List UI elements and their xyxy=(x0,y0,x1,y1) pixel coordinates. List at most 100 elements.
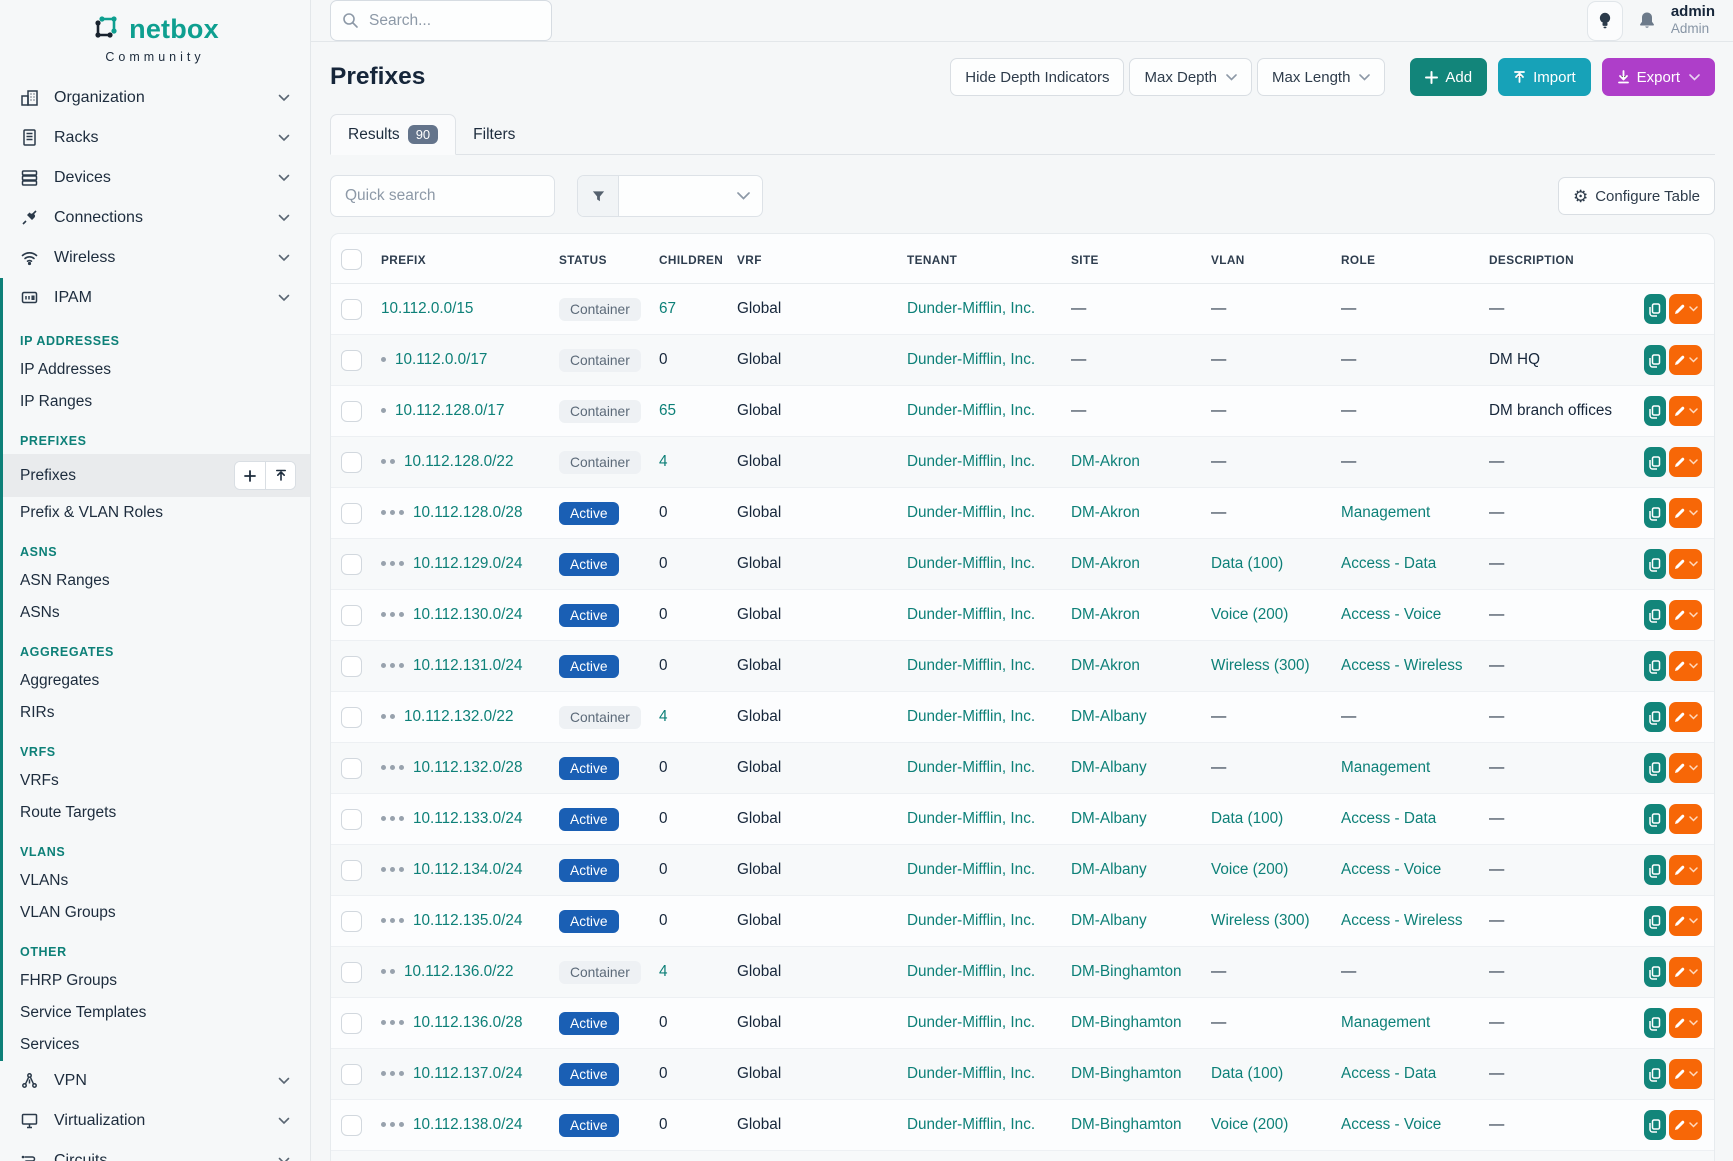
tenant-link[interactable]: Dunder-Mifflin, Inc. xyxy=(907,759,1035,776)
clone-button[interactable] xyxy=(1644,498,1666,528)
site-link[interactable]: DM-Akron xyxy=(1071,657,1140,674)
theme-toggle-button[interactable] xyxy=(1587,1,1623,41)
tenant-link[interactable]: Dunder-Mifflin, Inc. xyxy=(907,963,1035,980)
prefix-link[interactable]: 10.112.136.0/22 xyxy=(404,963,513,980)
sidebar-item-wireless[interactable]: Wireless xyxy=(0,238,310,278)
prefix-link[interactable]: 10.112.129.0/24 xyxy=(413,555,522,572)
add-button[interactable]: Add xyxy=(1410,58,1487,96)
edit-button[interactable] xyxy=(1669,345,1702,375)
row-checkbox[interactable] xyxy=(341,860,362,881)
row-checkbox[interactable] xyxy=(341,809,362,830)
row-checkbox[interactable] xyxy=(341,656,362,677)
clone-button[interactable] xyxy=(1644,855,1666,885)
export-dropdown[interactable]: Export xyxy=(1602,58,1715,96)
tenant-link[interactable]: Dunder-Mifflin, Inc. xyxy=(907,657,1035,674)
sidebar-item-asn-ranges[interactable]: ASN Ranges xyxy=(3,565,310,597)
vlan-link[interactable]: Data (100) xyxy=(1211,810,1283,827)
sidebar-item-connections[interactable]: Connections xyxy=(0,198,310,238)
upload-button[interactable] xyxy=(265,462,295,489)
sidebar-item-asns[interactable]: ASNs xyxy=(3,597,310,629)
sidebar-item-circuits[interactable]: Circuits xyxy=(0,1141,310,1161)
row-checkbox[interactable] xyxy=(341,401,362,422)
clone-button[interactable] xyxy=(1644,600,1666,630)
clone-button[interactable] xyxy=(1644,1008,1666,1038)
edit-button[interactable] xyxy=(1669,498,1702,528)
role-link[interactable]: Access - Data xyxy=(1341,555,1436,572)
tenant-link[interactable]: Dunder-Mifflin, Inc. xyxy=(907,402,1035,419)
row-checkbox[interactable] xyxy=(341,452,362,473)
sidebar-item-route-targets[interactable]: Route Targets xyxy=(3,797,310,829)
prefix-link[interactable]: 10.112.132.0/28 xyxy=(413,759,522,776)
sidebar-item-racks[interactable]: Racks xyxy=(0,118,310,158)
clone-button[interactable] xyxy=(1644,906,1666,936)
prefix-link[interactable]: 10.112.134.0/24 xyxy=(413,861,522,878)
role-link[interactable]: Management xyxy=(1341,504,1430,521)
sidebar-item-service-templates[interactable]: Service Templates xyxy=(3,997,310,1029)
tenant-link[interactable]: Dunder-Mifflin, Inc. xyxy=(907,453,1035,470)
clone-button[interactable] xyxy=(1644,957,1666,987)
clone-button[interactable] xyxy=(1644,345,1666,375)
children-count-link[interactable]: 4 xyxy=(659,453,668,470)
site-link[interactable]: DM-Binghamton xyxy=(1071,1116,1182,1133)
sidebar-item-services[interactable]: Services xyxy=(3,1029,310,1061)
row-checkbox[interactable] xyxy=(341,1013,362,1034)
role-link[interactable]: Access - Wireless xyxy=(1341,657,1463,674)
sidebar-item-aggregates[interactable]: Aggregates xyxy=(3,665,310,697)
row-checkbox[interactable] xyxy=(341,1115,362,1136)
prefix-link[interactable]: 10.112.138.0/24 xyxy=(413,1116,522,1133)
edit-button[interactable] xyxy=(1669,1008,1702,1038)
notifications-button[interactable] xyxy=(1637,10,1657,31)
plus-button[interactable] xyxy=(235,462,265,489)
tenant-link[interactable]: Dunder-Mifflin, Inc. xyxy=(907,861,1035,878)
site-link[interactable]: DM-Albany xyxy=(1071,708,1147,725)
sidebar-item-virtualization[interactable]: Virtualization xyxy=(0,1101,310,1141)
clone-button[interactable] xyxy=(1644,702,1666,732)
clone-button[interactable] xyxy=(1644,651,1666,681)
sidebar-item-fhrp-groups[interactable]: FHRP Groups xyxy=(3,965,310,997)
clone-button[interactable] xyxy=(1644,753,1666,783)
row-checkbox[interactable] xyxy=(341,911,362,932)
tenant-link[interactable]: Dunder-Mifflin, Inc. xyxy=(907,351,1035,368)
site-link[interactable]: DM-Albany xyxy=(1071,759,1147,776)
sidebar-item-rirs[interactable]: RIRs xyxy=(3,697,310,729)
clone-button[interactable] xyxy=(1644,294,1666,324)
prefix-link[interactable]: 10.112.132.0/22 xyxy=(404,708,513,725)
role-link[interactable]: Access - Data xyxy=(1341,810,1436,827)
edit-button[interactable] xyxy=(1669,447,1702,477)
max-depth-dropdown[interactable]: Max Depth xyxy=(1129,58,1252,96)
clone-button[interactable] xyxy=(1644,1110,1666,1140)
filter-funnel-button[interactable] xyxy=(578,176,619,216)
vlan-link[interactable]: Wireless (300) xyxy=(1211,657,1310,674)
edit-button[interactable] xyxy=(1669,804,1702,834)
sidebar-item-organization[interactable]: Organization xyxy=(0,78,310,118)
edit-button[interactable] xyxy=(1669,396,1702,426)
import-button[interactable]: Import xyxy=(1498,58,1591,96)
sidebar-item-ip-addresses[interactable]: IP Addresses xyxy=(3,354,310,386)
sidebar-item-vrfs[interactable]: VRFs xyxy=(3,765,310,797)
children-count-link[interactable]: 67 xyxy=(659,300,676,317)
site-link[interactable]: DM-Binghamton xyxy=(1071,1014,1182,1031)
site-link[interactable]: DM-Albany xyxy=(1071,912,1147,929)
row-checkbox[interactable] xyxy=(341,758,362,779)
row-checkbox[interactable] xyxy=(341,1064,362,1085)
row-checkbox[interactable] xyxy=(341,554,362,575)
prefix-link[interactable]: 10.112.128.0/17 xyxy=(395,402,504,419)
site-link[interactable]: DM-Binghamton xyxy=(1071,1065,1182,1082)
role-link[interactable]: Access - Wireless xyxy=(1341,912,1463,929)
tab-filters[interactable]: Filters xyxy=(456,116,532,154)
edit-button[interactable] xyxy=(1669,702,1702,732)
vlan-link[interactable]: Voice (200) xyxy=(1211,1116,1288,1133)
row-checkbox[interactable] xyxy=(341,605,362,626)
sidebar-item-vpn[interactable]: VPN xyxy=(0,1061,310,1101)
children-count-link[interactable]: 65 xyxy=(659,402,676,419)
vlan-link[interactable]: Data (100) xyxy=(1211,555,1283,572)
prefix-link[interactable]: 10.112.136.0/28 xyxy=(413,1014,522,1031)
clone-button[interactable] xyxy=(1644,447,1666,477)
prefix-link[interactable]: 10.112.135.0/24 xyxy=(413,912,522,929)
site-link[interactable]: DM-Akron xyxy=(1071,504,1140,521)
sidebar-item-vlan-groups[interactable]: VLAN Groups xyxy=(3,897,310,929)
role-link[interactable]: Access - Voice xyxy=(1341,606,1441,623)
prefix-link[interactable]: 10.112.131.0/24 xyxy=(413,657,522,674)
edit-button[interactable] xyxy=(1669,1110,1702,1140)
tenant-link[interactable]: Dunder-Mifflin, Inc. xyxy=(907,555,1035,572)
